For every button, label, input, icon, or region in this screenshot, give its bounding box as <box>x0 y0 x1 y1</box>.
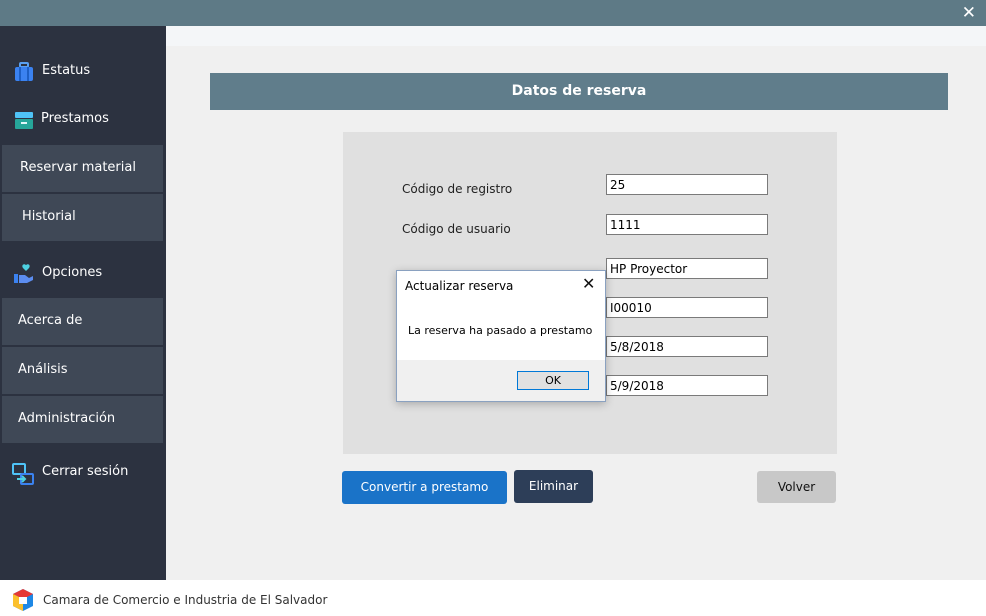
hand-heart-icon <box>13 263 35 285</box>
field-label-codigo-usuario: Código de usuario <box>402 222 511 236</box>
logout-icon <box>11 462 34 485</box>
sidebar-section-label: Cerrar sesión <box>42 464 129 479</box>
sidebar-section-label: Opciones <box>42 265 103 280</box>
sidebar-item-administracion[interactable]: Administración <box>2 396 163 443</box>
sidebar-item-historial[interactable]: Historial <box>2 194 163 241</box>
fecha-fin-input[interactable]: 5/9/2018 <box>606 375 768 396</box>
fecha-inicio-input[interactable]: 5/8/2018 <box>606 336 768 357</box>
content-top-strip <box>166 26 986 46</box>
codigo-material-input[interactable]: I00010 <box>606 297 768 318</box>
sidebar-item-label: Historial <box>22 209 76 224</box>
drawer-icon <box>13 109 35 131</box>
chamber-logo <box>11 588 35 616</box>
field-label-codigo-registro: Código de registro <box>402 182 513 196</box>
sidebar-item-label: Análisis <box>18 362 68 377</box>
sidebar-section-estatus[interactable]: Estatus <box>0 50 166 94</box>
title-bar <box>0 0 986 26</box>
delete-button[interactable]: Eliminar <box>514 470 593 503</box>
window-close-button[interactable]: ✕ <box>962 3 976 23</box>
footer-organization-name: Camara de Comercio e Industria de El Sal… <box>43 593 328 607</box>
back-button[interactable]: Volver <box>757 471 836 503</box>
page-title: Datos de reserva <box>210 73 948 110</box>
sidebar-item-label: Reservar material <box>20 160 136 175</box>
sidebar-section-prestamos[interactable]: Prestamos <box>0 98 166 142</box>
sidebar-item-label: Administración <box>18 411 116 426</box>
codigo-registro-input[interactable]: 25 <box>606 174 768 195</box>
codigo-usuario-input[interactable]: 1111 <box>606 214 768 235</box>
dialog-message: La reserva ha pasado a prestamo <box>408 324 593 337</box>
sidebar-item-analisis[interactable]: Análisis <box>2 347 163 394</box>
sidebar-section-label: Prestamos <box>41 111 109 126</box>
ok-button[interactable]: OK <box>517 371 589 390</box>
dialog-title: Actualizar reserva <box>405 279 514 293</box>
sidebar-section-opciones[interactable]: Opciones <box>0 252 166 296</box>
sidebar-item-reservar-material[interactable]: Reservar material <box>2 145 163 192</box>
sidebar-section-label: Estatus <box>42 63 91 78</box>
dialog-close-button[interactable]: ✕ <box>582 274 595 293</box>
sidebar: Estatus Prestamos Reservar material Hist… <box>0 26 166 580</box>
convert-to-loan-button[interactable]: Convertir a prestamo <box>342 471 507 504</box>
material-input[interactable]: HP Proyector <box>606 258 768 279</box>
sidebar-item-label: Acerca de <box>18 313 83 328</box>
sidebar-item-acerca-de[interactable]: Acerca de <box>2 298 163 345</box>
sidebar-section-cerrar-sesion[interactable]: Cerrar sesión <box>0 451 166 495</box>
briefcase-icon <box>13 61 35 83</box>
